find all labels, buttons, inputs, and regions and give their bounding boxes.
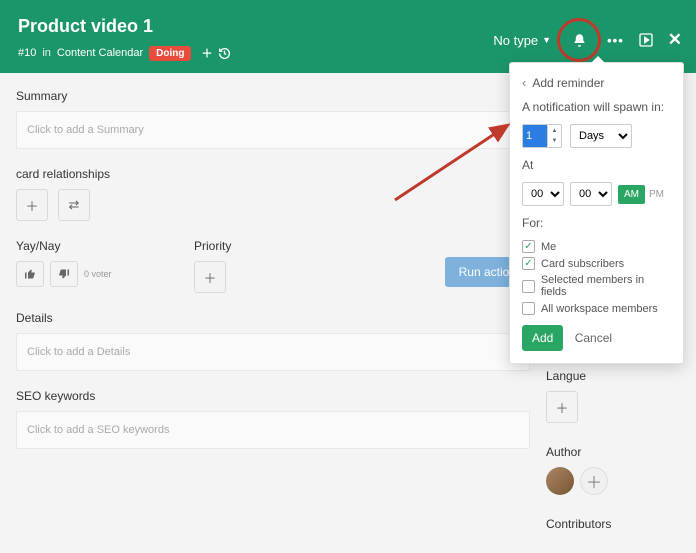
opt-me: Me — [541, 241, 556, 253]
close-icon[interactable]: ✕ — [668, 30, 682, 50]
priority-label: Priority — [194, 239, 352, 253]
spin-up-icon[interactable]: ▲ — [548, 126, 561, 136]
voter-count: 0 voter — [84, 269, 112, 279]
in-label: in — [42, 47, 51, 59]
cancel-button[interactable]: Cancel — [567, 325, 620, 351]
spin-down-icon[interactable]: ▼ — [548, 136, 561, 146]
checkbox-selected[interactable] — [522, 280, 535, 293]
unit-select[interactable]: Days — [570, 124, 632, 148]
minute-select[interactable]: 00 — [570, 182, 612, 206]
author-avatar[interactable] — [546, 467, 574, 495]
number-field[interactable] — [523, 125, 547, 147]
spawn-text: A notification will spawn in: — [522, 100, 671, 114]
type-dropdown[interactable]: No type ▼ — [493, 33, 551, 48]
checkbox-all[interactable] — [522, 302, 535, 315]
contributors-label: Contributors — [546, 517, 696, 531]
at-label: At — [522, 158, 671, 172]
checkbox-subs[interactable]: ✓ — [522, 257, 535, 270]
status-badge[interactable]: Doing — [149, 46, 191, 61]
add-priority-button[interactable]: ＋ — [194, 261, 226, 293]
add-author-button[interactable]: ＋ — [580, 467, 608, 495]
header-actions: No type ▼ ••• ✕ — [493, 26, 682, 54]
add-relationship-button[interactable]: ＋ — [16, 189, 48, 221]
add-langue-button[interactable]: ＋ — [546, 391, 578, 423]
play-square-icon[interactable] — [638, 32, 654, 48]
for-label: For: — [522, 216, 671, 230]
checkbox-me[interactable]: ✓ — [522, 240, 535, 253]
seo-input[interactable]: Click to add a SEO keywords — [16, 411, 530, 449]
am-button[interactable]: AM — [618, 185, 645, 204]
hour-select[interactable]: 00 — [522, 182, 564, 206]
type-label: No type — [493, 33, 538, 48]
thumbs-up-button[interactable] — [16, 261, 44, 287]
board-name[interactable]: Content Calendar — [57, 47, 143, 59]
langue-label: Langue — [546, 369, 696, 383]
reminder-number-input[interactable]: ▲▼ — [522, 124, 562, 148]
history-icon[interactable] — [218, 47, 231, 60]
plus-icon[interactable]: ＋ — [201, 45, 212, 61]
opt-all: All workspace members — [541, 303, 658, 315]
more-icon[interactable]: ••• — [607, 33, 624, 48]
thumbs-down-button[interactable] — [50, 261, 78, 287]
seo-label: SEO keywords — [16, 389, 530, 403]
details-label: Details — [16, 311, 530, 325]
add-button[interactable]: Add — [522, 325, 563, 351]
reminder-bell-button[interactable] — [565, 26, 593, 54]
relationships-label: card relationships — [16, 167, 530, 181]
main-column: Summary Click to add a Summary card rela… — [0, 73, 546, 553]
summary-input[interactable]: Click to add a Summary — [16, 111, 530, 149]
author-label: Author — [546, 445, 696, 459]
opt-subs: Card subscribers — [541, 258, 624, 270]
caret-down-icon: ▼ — [542, 35, 551, 45]
summary-label: Summary — [16, 89, 530, 103]
card-number: #10 — [18, 47, 36, 59]
swap-relationship-button[interactable]: ⇄ — [58, 189, 90, 221]
yaynay-label: Yay/Nay — [16, 239, 174, 253]
details-input[interactable]: Click to add a Details — [16, 333, 530, 371]
pm-button[interactable]: PM — [645, 185, 668, 204]
popover-title: Add reminder — [532, 76, 604, 90]
back-chevron-icon[interactable]: ‹ — [522, 75, 526, 90]
opt-sel: Selected members in fields — [541, 274, 671, 298]
reminder-popover: ‹ Add reminder A notification will spawn… — [509, 62, 684, 364]
